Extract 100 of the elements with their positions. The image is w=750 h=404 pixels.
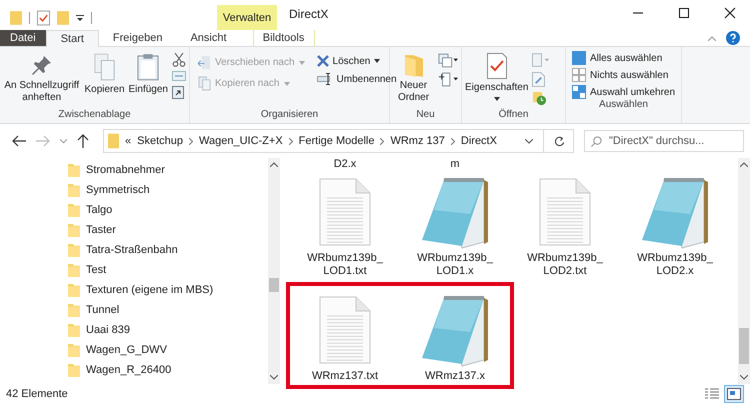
window-title: DirectX: [288, 7, 328, 23]
file-item[interactable]: WRbumz139b_LOD1.x: [400, 172, 510, 278]
folder-icon: [68, 263, 80, 277]
new-item-icon[interactable]: [438, 53, 458, 68]
folder-tree-item[interactable]: Test: [68, 262, 268, 278]
scrollbar-thumb[interactable]: [739, 328, 749, 364]
chevron-right-icon: [189, 138, 193, 144]
ribbon-button[interactable]: Auswahl umkehren: [572, 85, 678, 99]
group-label: Öffnen: [498, 109, 530, 122]
ribbon-tab[interactable]: Start: [46, 30, 99, 47]
move-icon: [198, 55, 211, 70]
scroll-up-icon[interactable]: [270, 162, 278, 167]
group-label: Neu: [415, 109, 436, 122]
collapse-ribbon-icon[interactable]: [708, 36, 716, 40]
text-document-icon: [539, 178, 591, 246]
item-count: 42 Elemente: [6, 388, 68, 400]
ribbon-button[interactable]: Kopieren: [84, 51, 125, 109]
history-icon[interactable]: [532, 91, 548, 106]
edit-document-icon[interactable]: [532, 72, 546, 87]
select-grid-icon: [572, 51, 586, 65]
ribbon-button[interactable]: Löschen: [316, 55, 397, 67]
copy-icon: [198, 76, 211, 91]
folder-icon: [68, 343, 80, 357]
folder-icon: [108, 133, 119, 149]
chevron-down-icon[interactable]: [60, 138, 67, 144]
group-label: Organisieren: [260, 109, 320, 122]
breadcrumb[interactable]: DirectX: [460, 135, 497, 147]
scroll-up-icon[interactable]: [740, 162, 748, 167]
file-name: D2.x: [332, 158, 358, 170]
group-label: Zwischenablage: [57, 109, 132, 122]
breadcrumb[interactable]: Wagen_UIC-Z+X: [199, 135, 283, 147]
folder-tree-item[interactable]: Tunnel: [68, 302, 268, 318]
folder-icon: [68, 163, 80, 177]
context-tab-header: Verwalten: [217, 5, 277, 30]
file-item[interactable]: WRbumz139b_LOD2.txt: [510, 172, 620, 278]
ribbon-button[interactable]: Alles auswählen: [572, 51, 678, 65]
delete-icon: [316, 55, 329, 67]
breadcrumb[interactable]: WRmz 137: [390, 135, 445, 147]
breadcrumb[interactable]: Sketchup: [137, 135, 183, 147]
search-field[interactable]: "DirectX" durchsu...: [584, 130, 744, 152]
back-icon[interactable]: [12, 135, 26, 147]
folder-tree-item[interactable]: Texturen (eigene im MBS): [68, 282, 268, 298]
pin-icon: [30, 53, 54, 77]
text-document-icon: [319, 296, 371, 364]
scroll-down-icon[interactable]: [740, 375, 748, 380]
folder-tree-item[interactable]: Stromabnehmer: [68, 162, 268, 178]
up-icon[interactable]: [77, 134, 89, 148]
folder-tree-item[interactable]: Taster: [68, 222, 268, 238]
folder-tree-item[interactable]: Wagen_G_DWV: [68, 342, 268, 358]
folder-tree-item[interactable]: Symmetrisch: [68, 182, 268, 198]
file-item[interactable]: WRbumz139b_LOD2.x: [620, 172, 730, 278]
maximize-icon[interactable]: [678, 7, 690, 19]
file-item[interactable]: WRmz137.txt: [290, 290, 400, 383]
chevron-right-icon: [380, 138, 384, 144]
scroll-down-icon[interactable]: [270, 375, 278, 380]
ribbon-button[interactable]: Nichts auswählen: [572, 68, 678, 82]
easy-access-icon[interactable]: [438, 72, 458, 87]
properties-icon[interactable]: [37, 10, 50, 26]
folder-tree-item[interactable]: Tatra-Straßenbahn: [68, 242, 268, 258]
address-bar[interactable]: « Sketchup Wagen_UIC-Z+X Fertige Modelle WRmz 137 DirectX: [103, 129, 574, 153]
scissors-icon[interactable]: [172, 53, 186, 67]
chevron-right-icon: [450, 138, 455, 144]
folder-icon: [68, 183, 80, 197]
chevron-down-icon[interactable]: [525, 138, 533, 144]
rename-icon: [316, 73, 333, 85]
ribbon-button[interactable]: Umbenennen: [316, 73, 397, 85]
large-icons-view-button[interactable]: [724, 385, 744, 403]
copy-icon: [94, 53, 116, 81]
ribbon-button[interactable]: An Schnellzugriff anheften: [3, 51, 80, 109]
folder-icon: [68, 303, 80, 317]
file-item[interactable]: WRbumz139b_LOD1.txt: [290, 172, 400, 278]
folder-tree-item[interactable]: Talgo: [68, 202, 268, 218]
folder-icon: [68, 363, 80, 377]
folder-icon: [68, 323, 80, 337]
help-icon[interactable]: [726, 31, 740, 45]
paste-shortcut-icon[interactable]: [172, 85, 184, 99]
properties-button[interactable]: Eigenschaften: [465, 51, 528, 109]
properties-icon: [486, 53, 507, 79]
ribbon-button[interactable]: Einfügen: [128, 51, 168, 109]
folder-icon: [68, 283, 80, 297]
caret-icon: [374, 59, 380, 63]
select-grid-icon: [572, 85, 586, 99]
scrollbar[interactable]: [268, 158, 280, 384]
ribbon-tab[interactable]: Datei: [0, 30, 46, 46]
ribbon-tab[interactable]: Freigeben: [98, 30, 176, 46]
folder-tree-item[interactable]: Uaai 839: [68, 322, 268, 338]
folder-tree-item[interactable]: Wagen_R_26400: [68, 362, 268, 378]
caret-icon: [494, 97, 500, 101]
scrollbar-thumb[interactable]: [269, 278, 279, 292]
chevron-right-icon: [288, 138, 293, 144]
breadcrumb[interactable]: Fertige Modelle: [298, 135, 374, 147]
ribbon-tab[interactable]: Ansicht: [176, 30, 241, 46]
close-icon[interactable]: [724, 7, 736, 19]
refresh-icon[interactable]: [554, 136, 565, 146]
overflow-button[interactable]: «: [125, 135, 132, 147]
file-item[interactable]: WRmz137.x: [400, 290, 510, 383]
customize-toolbar-icon[interactable]: [76, 14, 84, 22]
folder-icon: [68, 243, 80, 257]
scrollbar[interactable]: [738, 158, 750, 384]
ribbon-tab[interactable]: Bildtools: [252, 30, 315, 46]
